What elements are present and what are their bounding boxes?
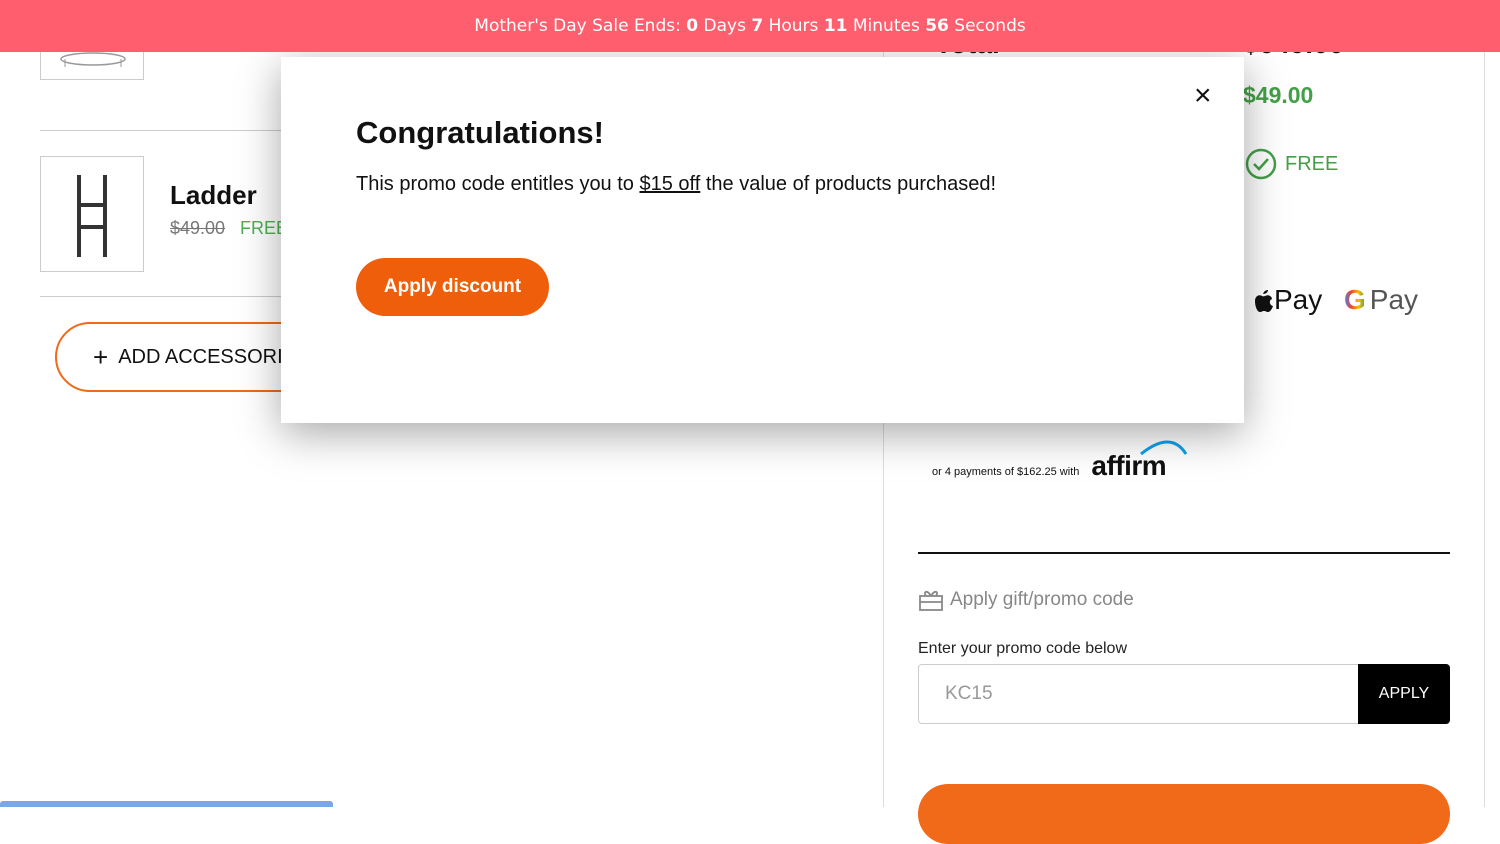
affirm-arc-icon: [1140, 440, 1188, 456]
modal-text-before: This promo code entitles you to: [356, 173, 640, 195]
promo-prompt: Enter your promo code below: [918, 640, 1127, 657]
modal-discount-link: $15 off: [639, 173, 701, 195]
banner-prefix: Mother's Day Sale Ends:: [474, 16, 681, 36]
chat-widget-bar[interactable]: [0, 801, 333, 807]
apple-pay-label: Pay: [1274, 284, 1323, 315]
apply-discount-button[interactable]: Apply discount: [356, 258, 549, 316]
banner-seconds-label: Seconds: [954, 16, 1026, 36]
gift-promo-toggle[interactable]: Apply gift/promo code: [918, 588, 1134, 612]
close-icon[interactable]: ×: [1194, 81, 1212, 111]
promo-code-input[interactable]: [918, 664, 1360, 724]
shipping-free: FREE: [1245, 148, 1338, 180]
banner-minutes-label: Minutes: [852, 16, 920, 36]
banner-seconds: 56: [925, 16, 949, 36]
google-pay-label: Pay: [1369, 284, 1419, 315]
shipping-free-label: FREE: [1285, 152, 1339, 175]
affirm-text: or 4 payments of $162.25 with: [932, 466, 1080, 478]
apply-promo-button[interactable]: APPLY: [1358, 664, 1450, 724]
ladder-name[interactable]: Ladder: [170, 180, 257, 211]
banner-days: 0: [686, 16, 699, 36]
check-circle-icon: [1245, 148, 1277, 180]
plus-icon: +: [93, 341, 109, 372]
modal-message: This promo code entitles you to $15 off …: [356, 173, 996, 196]
banner-hours-label: Hours: [768, 16, 819, 36]
ladder-image: [77, 175, 107, 257]
promo-modal: × Congratulations! This promo code entit…: [281, 57, 1244, 423]
modal-text-after: the value of products purchased!: [700, 173, 997, 195]
checkout-button[interactable]: [918, 784, 1450, 844]
apple-pay-button[interactable]: Pay: [1252, 284, 1322, 316]
modal-title: Congratulations!: [356, 115, 604, 150]
gift-icon: [919, 590, 943, 611]
discount-value: $49.00: [1243, 82, 1314, 108]
google-g-icon: G: [1344, 284, 1366, 315]
google-pay-button[interactable]: G Pay: [1344, 284, 1418, 316]
banner-days-label: Days: [703, 16, 746, 36]
ladder-thumbnail[interactable]: [40, 156, 144, 272]
apple-icon: [1255, 290, 1273, 312]
gift-promo-label: Apply gift/promo code: [950, 589, 1134, 610]
page-edge-divider: [1484, 0, 1485, 807]
ladder-old-price: $49.00: [170, 218, 226, 238]
affirm-logo: affirm: [1091, 440, 1188, 482]
summary-divider: [918, 552, 1450, 554]
affirm-financing[interactable]: or 4 payments of $162.25 with affirm: [932, 440, 1188, 482]
banner-minutes: 11: [823, 16, 848, 36]
banner-hours: 7: [751, 16, 764, 36]
sale-banner: Mother's Day Sale Ends: 0 Days 7 Hours 1…: [0, 0, 1500, 52]
